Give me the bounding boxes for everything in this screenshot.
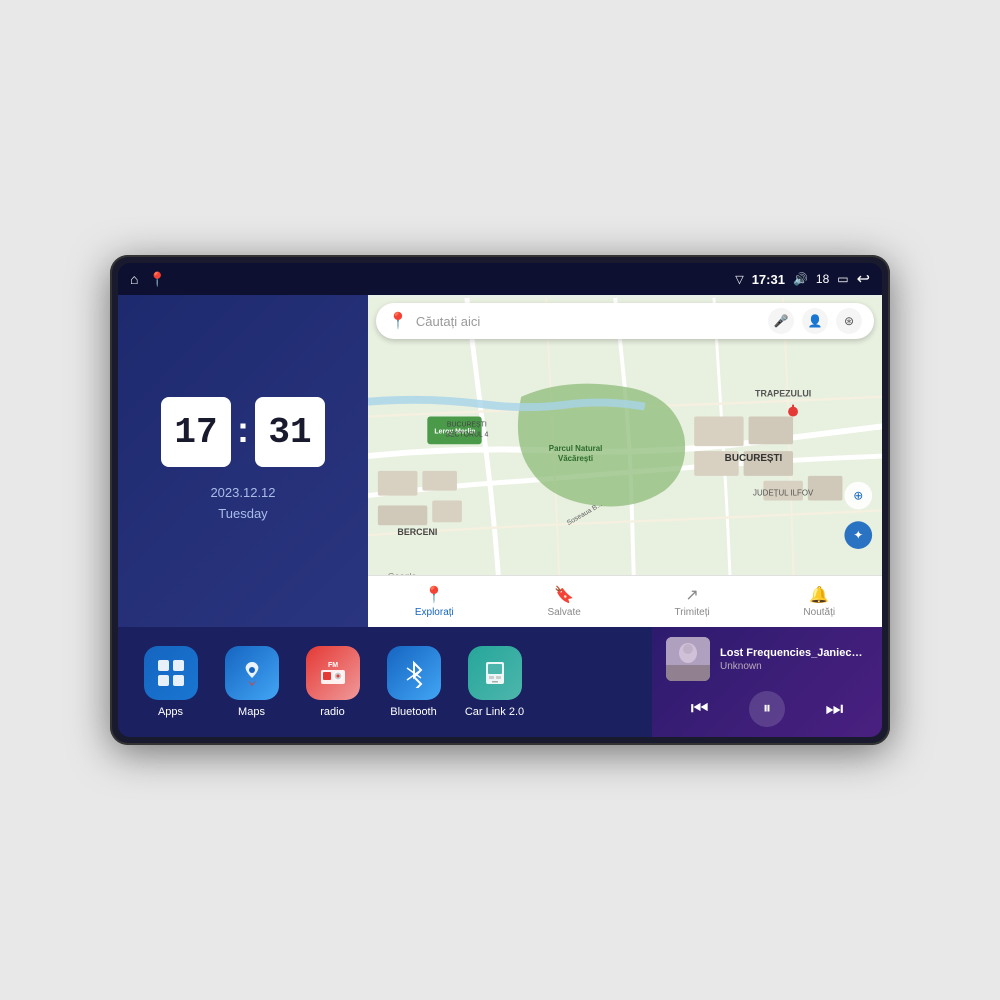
apps-icon xyxy=(144,646,198,700)
explore-icon: 📍 xyxy=(424,585,444,605)
radio-icon: FM xyxy=(306,646,360,700)
explore-label: Explorați xyxy=(415,607,454,618)
clock-minutes: 31 xyxy=(255,397,325,467)
svg-text:⊕: ⊕ xyxy=(853,489,863,503)
maps-label: Maps xyxy=(238,706,265,718)
music-player: Lost Frequencies_Janieck Devy-... Unknow… xyxy=(652,627,882,737)
map-nav-saved[interactable]: 🔖 Salvate xyxy=(547,585,580,618)
clock-display: 17 : 31 xyxy=(161,397,325,467)
maps-icon xyxy=(225,646,279,700)
status-bar-left: ⌂ 📍 xyxy=(130,271,166,288)
bluetooth-icon xyxy=(387,646,441,700)
status-bar-right: ▽ 17:31 🔊 18 ▭ ↩ xyxy=(735,269,870,289)
svg-text:Văcărești: Văcărești xyxy=(558,454,593,463)
status-bar: ⌂ 📍 ▽ 17:31 🔊 18 ▭ ↩ xyxy=(118,263,882,295)
bottom-area: Apps Maps xyxy=(118,627,882,737)
back-button[interactable]: ↩ xyxy=(857,269,870,289)
voice-search-button[interactable]: 🎤 xyxy=(768,308,794,334)
music-top: Lost Frequencies_Janieck Devy-... Unknow… xyxy=(666,637,868,681)
prev-button[interactable]: ⏮ xyxy=(682,691,718,727)
svg-text:SECTORUL 4: SECTORUL 4 xyxy=(445,431,488,438)
maps-pin-icon[interactable]: 📍 xyxy=(148,271,165,288)
car-display-device: ⌂ 📍 ▽ 17:31 🔊 18 ▭ ↩ 17 : 31 xyxy=(110,255,890,745)
app-item-maps[interactable]: Maps xyxy=(219,646,284,718)
map-bottom-nav: 📍 Explorați 🔖 Salvate ↗ Trimiteți 🔔 Nout… xyxy=(368,575,882,627)
svg-text:JUDEȚUL ILFOV: JUDEȚUL ILFOV xyxy=(753,489,814,498)
bluetooth-label: Bluetooth xyxy=(390,706,436,718)
clock-colon: : xyxy=(237,409,249,451)
svg-text:TRAPEZULUI: TRAPEZULUI xyxy=(755,389,811,399)
main-content: 17 : 31 2023.12.12 Tuesday xyxy=(118,295,882,627)
news-label: Noutăți xyxy=(803,607,835,618)
search-placeholder: Căutați aici xyxy=(416,314,760,329)
svg-text:FM: FM xyxy=(327,662,337,669)
carlink-icon xyxy=(468,646,522,700)
map-nav-share[interactable]: ↗ Trimiteți xyxy=(675,585,710,618)
share-label: Trimiteți xyxy=(675,607,710,618)
volume-icon: 🔊 xyxy=(793,272,808,286)
battery-icon: ▭ xyxy=(837,272,848,286)
news-icon: 🔔 xyxy=(809,585,829,605)
saved-icon: 🔖 xyxy=(554,585,574,605)
album-art xyxy=(666,637,710,681)
date-display: 2023.12.12 Tuesday xyxy=(210,483,275,525)
next-button[interactable]: ⏭ xyxy=(816,691,852,727)
layers-button[interactable]: ⊛ xyxy=(836,308,862,334)
map-search-bar[interactable]: 📍 Căutați aici 🎤 👤 ⊛ xyxy=(376,303,874,339)
music-title: Lost Frequencies_Janieck Devy-... xyxy=(720,647,868,659)
app-item-apps[interactable]: Apps xyxy=(138,646,203,718)
date-value: 2023.12.12 xyxy=(210,483,275,504)
map-pin-icon: 📍 xyxy=(388,311,408,331)
clock-panel: 17 : 31 2023.12.12 Tuesday xyxy=(118,295,368,627)
music-artist: Unknown xyxy=(720,661,868,672)
home-icon[interactable]: ⌂ xyxy=(130,271,138,287)
day-value: Tuesday xyxy=(210,504,275,525)
carlink-label: Car Link 2.0 xyxy=(465,706,524,718)
map-search-actions: 🎤 👤 ⊛ xyxy=(768,308,862,334)
apps-dock: Apps Maps xyxy=(118,627,652,737)
signal-display: 18 xyxy=(816,272,829,286)
location-icon: ▽ xyxy=(735,273,743,286)
svg-text:BERCENI: BERCENI xyxy=(397,527,437,537)
saved-label: Salvate xyxy=(547,607,580,618)
radio-label: radio xyxy=(320,706,344,718)
clock-hours: 17 xyxy=(161,397,231,467)
app-item-radio[interactable]: FM radio xyxy=(300,646,365,718)
map-nav-explore[interactable]: 📍 Explorați xyxy=(415,585,454,618)
app-item-bluetooth[interactable]: Bluetooth xyxy=(381,646,446,718)
share-icon: ↗ xyxy=(685,585,698,605)
map-nav-news[interactable]: 🔔 Noutăți xyxy=(803,585,835,618)
app-item-carlink[interactable]: Car Link 2.0 xyxy=(462,646,527,718)
svg-text:✦: ✦ xyxy=(853,528,863,542)
play-pause-button[interactable]: ⏸ xyxy=(749,691,785,727)
apps-label: Apps xyxy=(158,706,183,718)
album-art-image xyxy=(666,637,710,681)
music-controls: ⏮ ⏸ ⏭ xyxy=(666,691,868,727)
svg-text:BUCUREȘTI: BUCUREȘTI xyxy=(447,421,487,428)
svg-text:BUCUREȘTI: BUCUREȘTI xyxy=(725,453,783,464)
music-info: Lost Frequencies_Janieck Devy-... Unknow… xyxy=(720,647,868,672)
svg-text:Parcul Natural: Parcul Natural xyxy=(549,444,603,453)
account-button[interactable]: 👤 xyxy=(802,308,828,334)
time-display: 17:31 xyxy=(752,272,785,287)
map-panel[interactable]: Parcul Natural Văcărești xyxy=(368,295,882,627)
device-screen: ⌂ 📍 ▽ 17:31 🔊 18 ▭ ↩ 17 : 31 xyxy=(118,263,882,737)
